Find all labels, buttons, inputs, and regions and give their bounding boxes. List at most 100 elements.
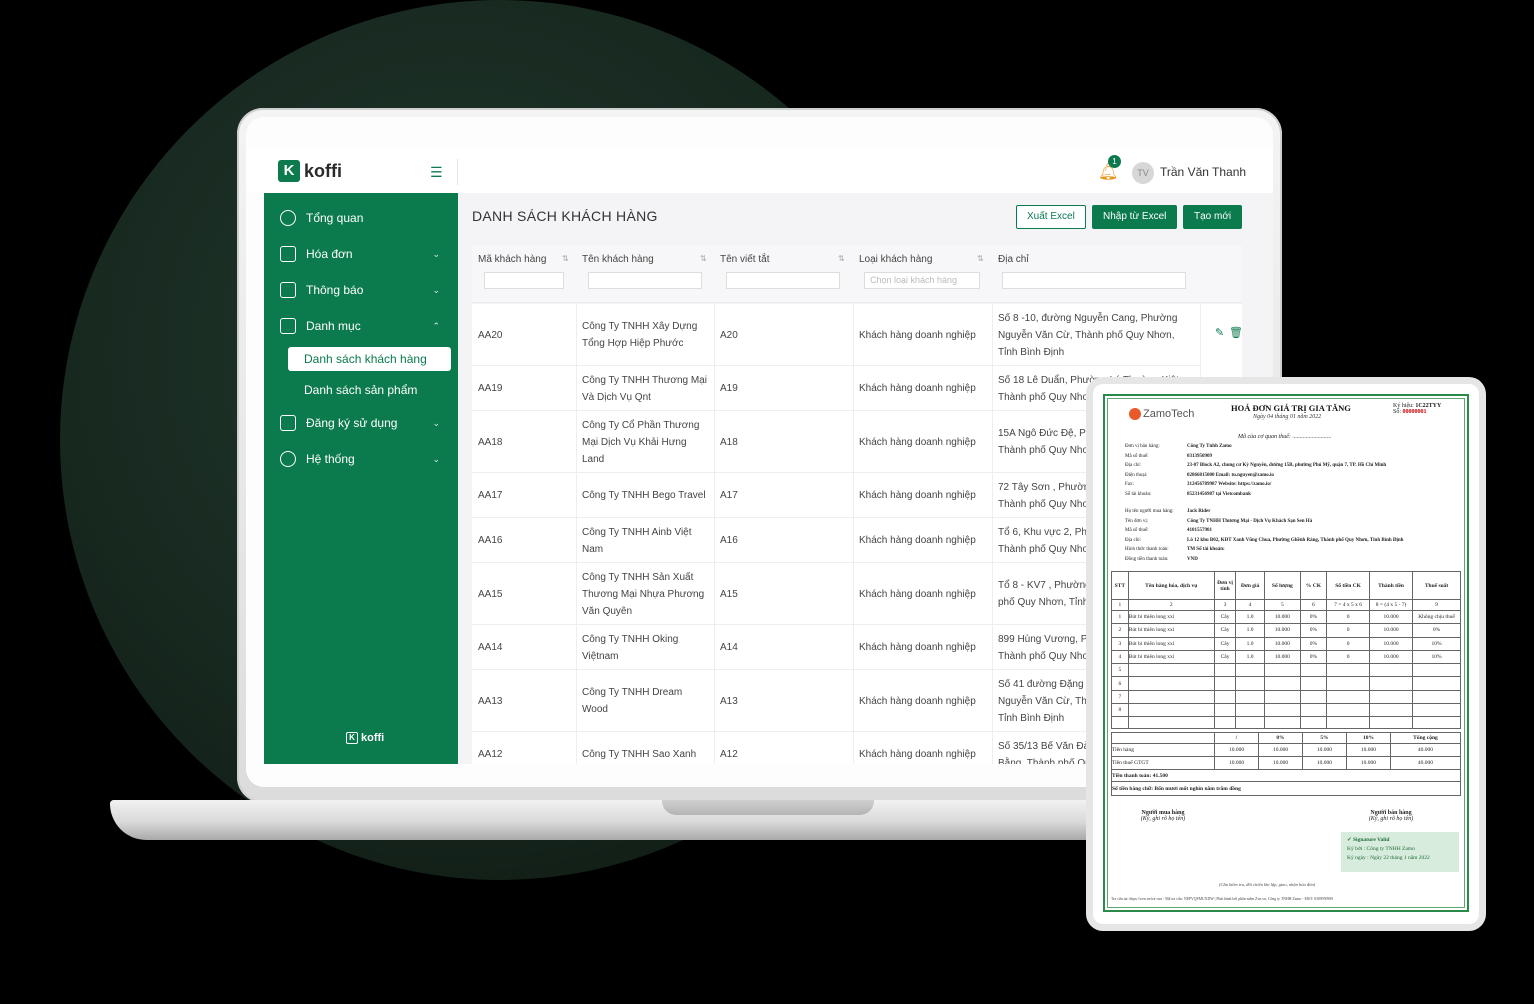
- column-divider: [992, 625, 993, 670]
- invoice-tax-authority-code: Mã của cơ quan thuế: ...................…: [1238, 434, 1332, 440]
- user-name[interactable]: Trần Văn Thanh: [1160, 165, 1246, 179]
- cell-line: Khách hàng doanh nghiệp: [859, 642, 976, 653]
- cell-type: Khách hàng doanh nghiệp: [859, 434, 989, 451]
- invoice-item-cell: [1369, 703, 1414, 718]
- column-divider: [576, 563, 577, 625]
- logo-mark-icon: K: [278, 160, 300, 182]
- invoice-item-cell: 0: [1326, 623, 1371, 638]
- column-divider: [992, 732, 993, 764]
- invoice-document: ZamoTech HOÁ ĐƠN GIÁ TRỊ GIA TĂNG Ngày 0…: [1093, 384, 1479, 924]
- sidebar-item-invoice[interactable]: Hóa đơn ⌄: [264, 237, 458, 271]
- invoice-item-cell: [1326, 663, 1371, 678]
- invoice-field: Địa chỉ: 23-07 Block A2, chung cư Kỳ Nguy…: [1125, 463, 1387, 468]
- avatar[interactable]: TV: [1132, 162, 1154, 184]
- sidebar-item-category[interactable]: Danh mục ⌃: [264, 309, 458, 343]
- import-excel-button[interactable]: Nhập từ Excel: [1092, 205, 1178, 229]
- invoice-empty-cell: [1412, 716, 1461, 730]
- cell-name: Công Ty TNHH Thương Mại Và Dịch Vụ Qnt: [582, 372, 710, 406]
- chevron-down-icon: ⌄: [432, 284, 440, 295]
- column-divider: [714, 670, 715, 732]
- column-header-name[interactable]: Tên khách hàng ⇅: [582, 254, 707, 265]
- sidebar-subitem-customers[interactable]: Danh sách khách hàng: [288, 347, 451, 371]
- cell-line: A18: [720, 437, 738, 448]
- column-divider: [714, 304, 715, 366]
- edit-icon[interactable]: ✎: [1215, 326, 1224, 339]
- invoice-footer-note: Tra cứu tại: https://zvn.vn/tra-cuu - Mã…: [1111, 897, 1334, 901]
- sidebar-item-notice[interactable]: Thông báo ⌄: [264, 273, 458, 307]
- invoice-item-cell: [1213, 689, 1237, 705]
- column-divider: [992, 670, 993, 732]
- invoice-item-cell: [1263, 663, 1301, 678]
- filter-abbr-input[interactable]: [726, 272, 840, 289]
- invoice-item-cell: [1235, 689, 1265, 705]
- invoice-item-cell: 5: [1111, 663, 1129, 678]
- invoice-item-cell: [1127, 689, 1215, 705]
- sidebar-item-overview[interactable]: Tổng quan: [264, 201, 458, 235]
- column-header-address[interactable]: Địa chỉ: [998, 254, 1029, 265]
- app-logo[interactable]: K koffi: [278, 160, 342, 182]
- invoice-item-cell: [1326, 703, 1371, 718]
- column-divider: [992, 366, 993, 411]
- invoice-summary-cell: 10.000: [1301, 743, 1347, 757]
- cell-line: Khách hàng doanh nghiệp: [859, 383, 976, 394]
- create-button[interactable]: Tạo mới: [1183, 205, 1243, 229]
- row-actions: ✎ 🗑︎: [1200, 304, 1243, 366]
- sidebar: Tổng quan Hóa đơn ⌄ Thông báo ⌄ Danh mục…: [264, 193, 458, 764]
- cell-line: AA17: [478, 490, 503, 501]
- invoice-item-cell: 10.000: [1369, 649, 1414, 665]
- invoice-field: Số tài khoản: 85231456987 tại Vietcombank: [1125, 491, 1251, 497]
- marketing-stage: K koffi ☰ 🔔︎ 1 TV Trần Văn Thanh Tổng qu…: [0, 0, 1534, 1004]
- delete-icon[interactable]: 🗑︎: [1229, 326, 1243, 339]
- cell-code: AA15: [478, 586, 574, 603]
- chevron-down-icon: ⌄: [432, 248, 440, 259]
- cell-type: Khách hàng doanh nghiệp: [859, 639, 989, 656]
- column-divider: [853, 366, 854, 411]
- cell-code: AA16: [478, 532, 574, 549]
- export-excel-button[interactable]: Xuất Excel: [1016, 205, 1086, 229]
- cell-abbr: A17: [720, 487, 848, 504]
- cell-line: A15: [720, 589, 738, 600]
- invoice-items-table: STT Tên hàng hóa, dịch vụ Đơn vị tính Đơn g…: [1111, 571, 1461, 730]
- sidebar-item-system[interactable]: Hệ thống ⌄: [264, 442, 458, 476]
- column-header-abbr[interactable]: Tên viết tắt ⇅: [720, 254, 845, 265]
- menu-collapse-icon[interactable]: ☰: [430, 164, 443, 181]
- invoice-empty-cell: [1299, 716, 1328, 730]
- invoice-item-cell: [1235, 663, 1265, 678]
- invoice-item-cell: Cây: [1213, 609, 1237, 625]
- invoice-col-header: % CK: [1299, 571, 1328, 600]
- cell-abbr: A15: [720, 586, 848, 603]
- cell-line: Khách hàng doanh nghiệp: [859, 535, 976, 546]
- column-header-type[interactable]: Loại khách hàng ⇅: [859, 254, 984, 265]
- invoice-summary-cell: Tiền thuế GTGT: [1110, 756, 1216, 770]
- invoice-field: Địa chỉ: Lô 12 khu B02, KĐT Xanh Vũng Chu…: [1125, 537, 1404, 543]
- invoice-item-cell: 4: [1111, 649, 1129, 665]
- filter-address-input[interactable]: [1002, 272, 1186, 289]
- sidebar-subitem-products[interactable]: Danh sách sản phẩm: [288, 378, 451, 402]
- logo-text: koffi: [304, 160, 342, 181]
- sort-icon: ⇅: [838, 254, 845, 263]
- invoice-empty-cell: [1127, 716, 1215, 730]
- invoice-item-cell: 1.0: [1235, 649, 1265, 665]
- cell-line: Công Ty TNHH Bego Travel: [582, 490, 706, 501]
- signature-valid-line: Ký ngày : Ngày 22 tháng 1 năm 2022: [1347, 855, 1430, 861]
- cell-line: A16: [720, 535, 738, 546]
- filter-type-select[interactable]: Chọn loại khách hàng: [864, 272, 980, 289]
- sidebar-item-label: Danh mục: [306, 319, 361, 333]
- cell-line: AA14: [478, 642, 503, 653]
- invoice-empty-cell: [1369, 716, 1414, 730]
- cell-name: Công Ty TNHH Oking Việtnam: [582, 631, 710, 665]
- column-header-code[interactable]: Mã khách hàng ⇅: [478, 254, 569, 265]
- signature-valid-box: ✓ Signature Valid Ký bởi : Công ty TNHH Z…: [1341, 832, 1459, 872]
- invoice-icon: [280, 246, 296, 262]
- table-header: Mã khách hàng ⇅ Tên khách hàng ⇅ Tên viết …: [472, 245, 1242, 303]
- app-header: [246, 147, 1273, 193]
- table-row[interactable]: AA20 Công Ty TNHH Xây Dựng Tổng Hợp Hiệp P…: [472, 304, 1243, 366]
- sidebar-item-register[interactable]: Đăng ký sử dụng ⌄: [264, 406, 458, 440]
- filter-name-input[interactable]: [588, 272, 702, 289]
- invoice-item-cell: 0%: [1299, 609, 1328, 625]
- invoice-item-cell: [1369, 663, 1414, 678]
- filter-code-input[interactable]: [484, 272, 564, 289]
- cell-name: Công Ty TNHH Ainb Việt Nam: [582, 524, 710, 558]
- column-divider: [853, 411, 854, 473]
- invoice-item-cell: Bút bi thiên long xxi: [1127, 636, 1215, 651]
